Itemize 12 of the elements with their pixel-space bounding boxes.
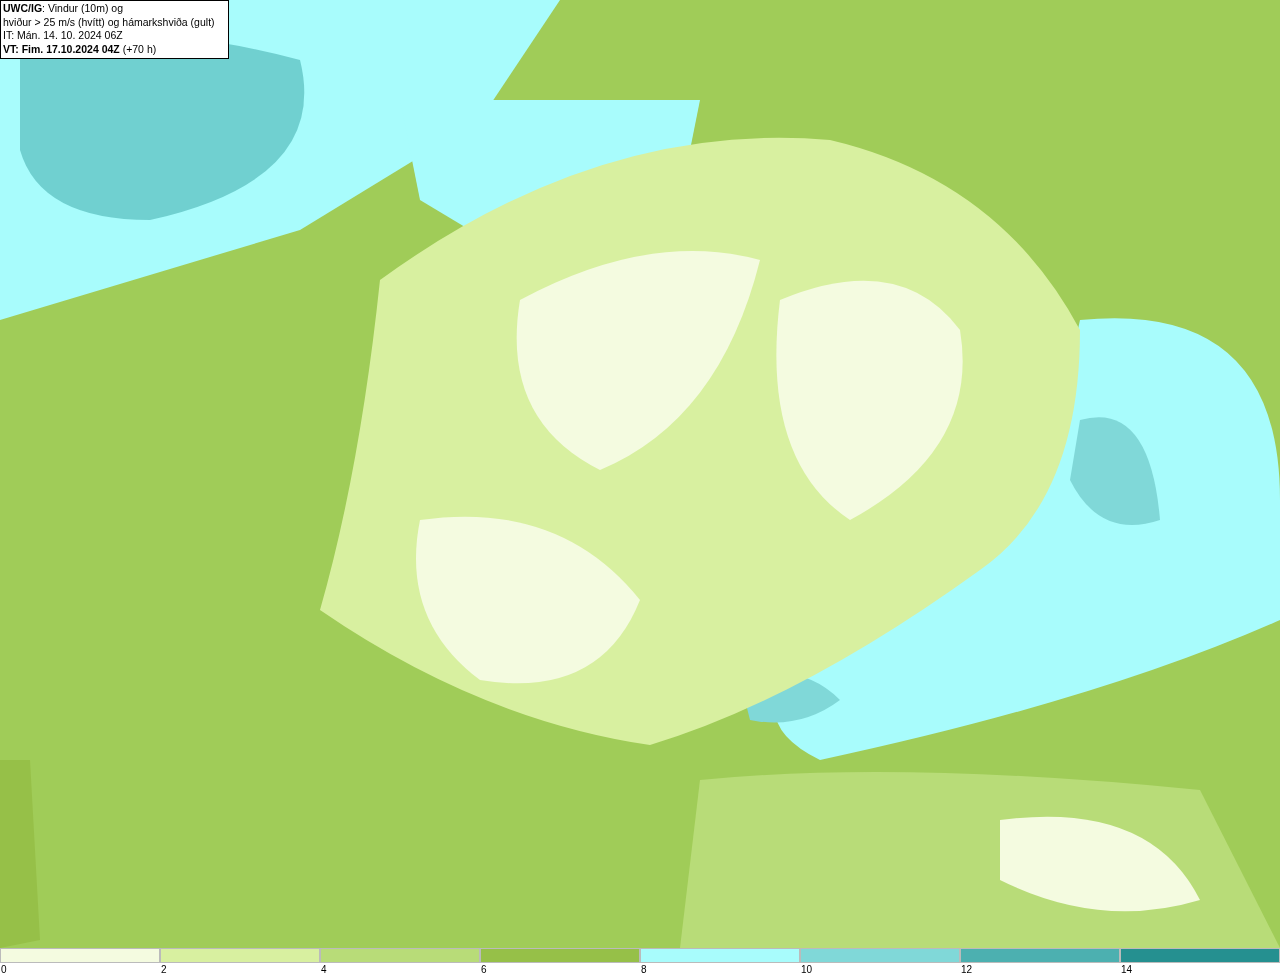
- legend-label: 10: [800, 963, 813, 977]
- info-text: VT: Fim. 17.10.2024 04Z (+70 h): [3, 42, 158, 56]
- legend-label: 2: [160, 963, 167, 977]
- info-text: hviður > 25 m/s (hvítt) og hámarkshviða (gult): [3, 15, 216, 29]
- legend-label: 14: [1120, 963, 1133, 977]
- legend-label: 12: [960, 963, 973, 977]
- legend-label: 4: [320, 963, 327, 977]
- info-text: UWC/IG: Vindur (10m) og: [3, 2, 124, 16]
- legend-label: 8: [640, 963, 647, 977]
- info-text: IT: Mán. 14. 10. 2024 06Z: [3, 29, 124, 43]
- legend-label: 6: [480, 963, 487, 977]
- legend-label: 0: [0, 963, 7, 977]
